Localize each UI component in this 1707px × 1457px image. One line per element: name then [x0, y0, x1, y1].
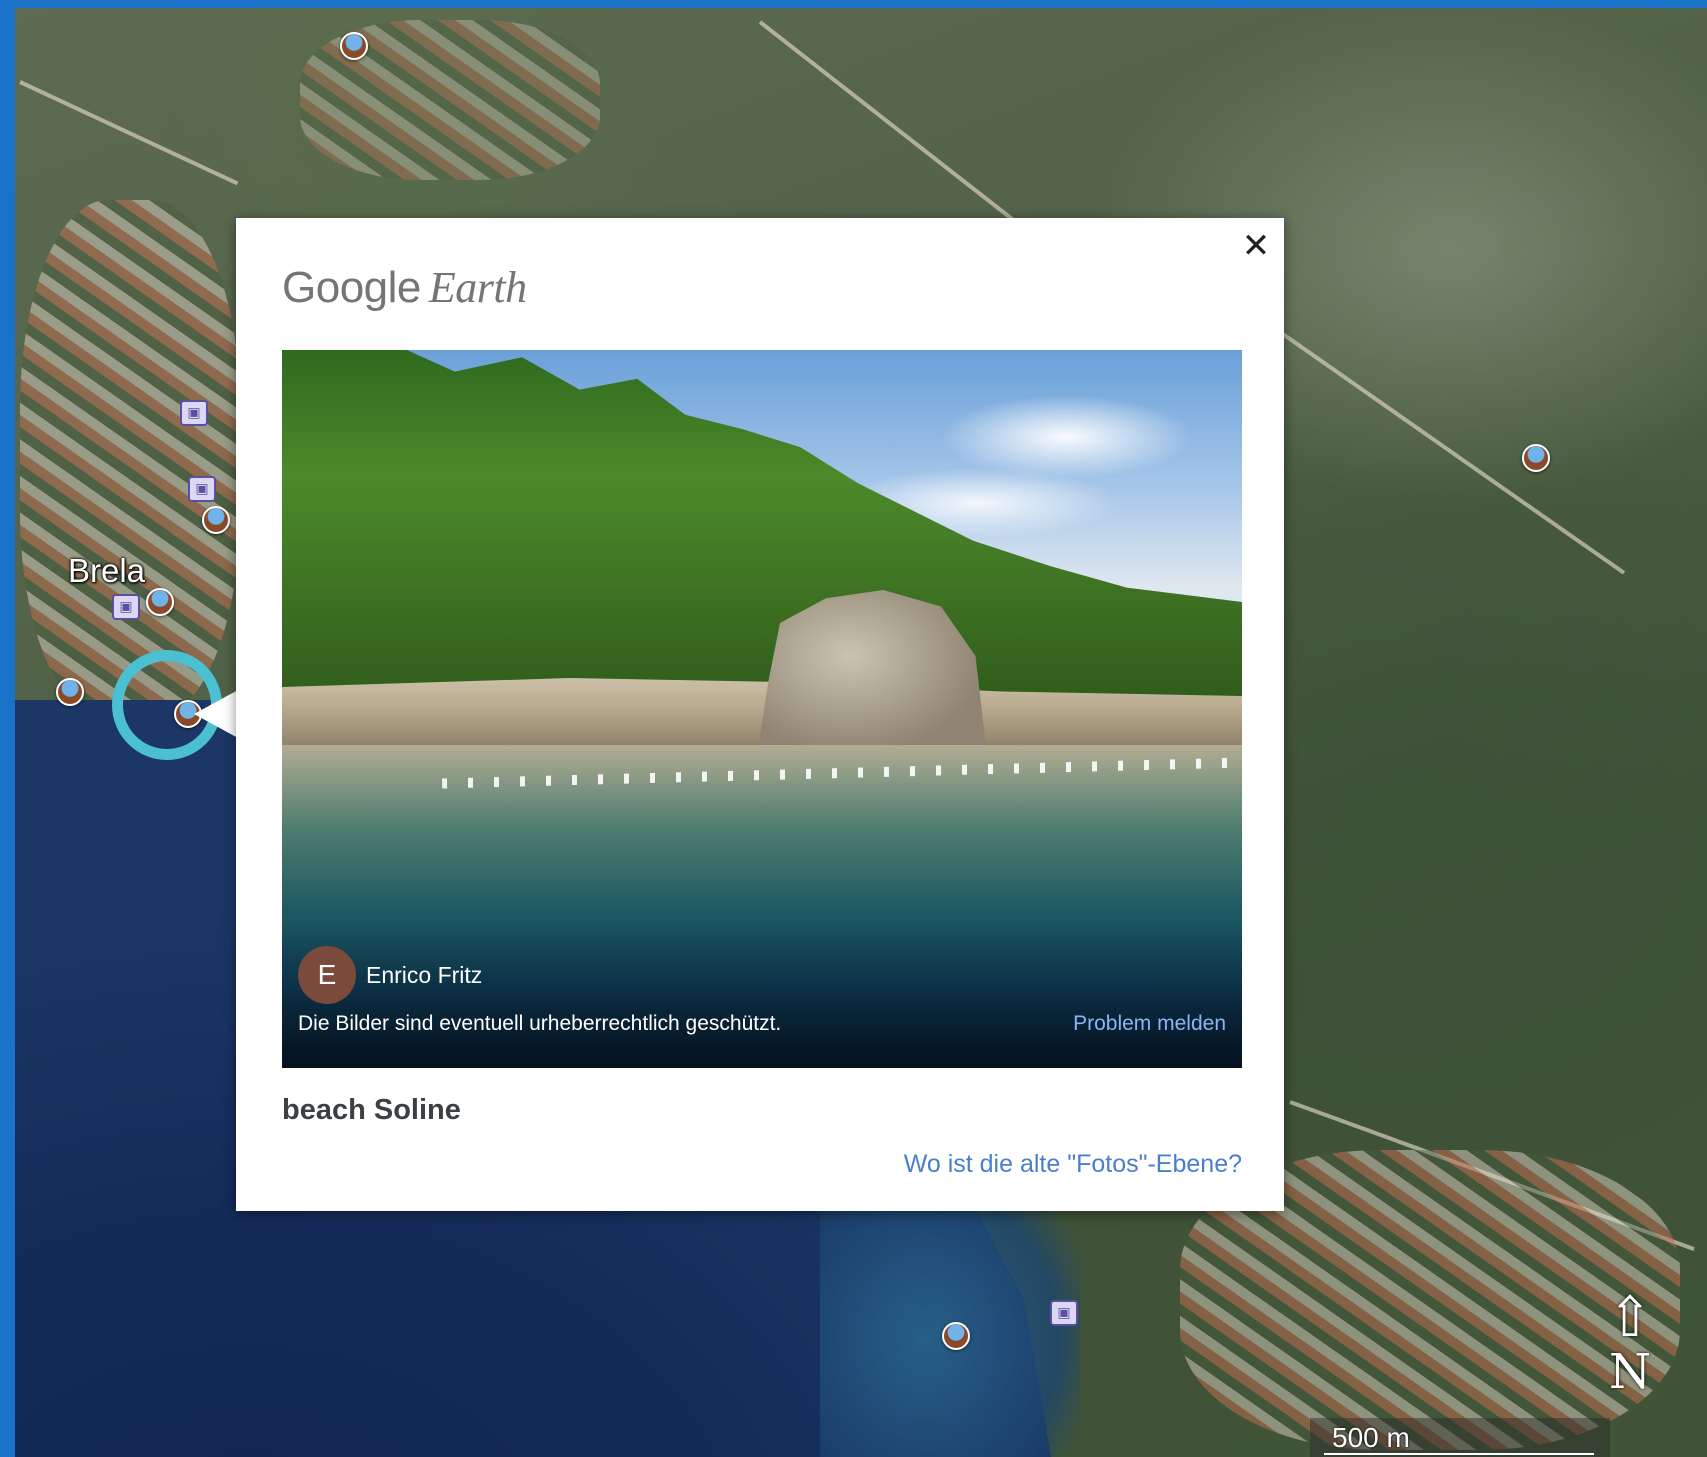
- photo-marker-icon[interactable]: [146, 588, 174, 616]
- window-left-edge: [0, 0, 15, 1457]
- map-road: [19, 80, 239, 186]
- hotel-icon[interactable]: ▣: [112, 594, 140, 620]
- compass-letter: N: [1609, 1344, 1651, 1400]
- photo-marker-icon[interactable]: [202, 506, 230, 534]
- photo-marker-icon[interactable]: [56, 678, 84, 706]
- avatar[interactable]: E: [298, 946, 356, 1004]
- old-photos-layer-link[interactable]: Wo ist die alte "Fotos"-Ebene?: [904, 1150, 1242, 1179]
- compass-arrow-icon: ⇧: [1606, 1285, 1654, 1350]
- scale-label: 500 m: [1332, 1422, 1410, 1453]
- photo-marker-icon[interactable]: [1522, 444, 1550, 472]
- logo-product: Earth: [428, 263, 527, 312]
- place-label-brela[interactable]: Brela: [68, 552, 145, 590]
- copyright-notice: Die Bilder sind eventuell urheberrechtli…: [298, 1012, 782, 1035]
- window-top-edge: [0, 0, 1707, 8]
- photo-author[interactable]: E Enrico Fritz: [298, 946, 482, 1004]
- photo-marker-icon[interactable]: [340, 32, 368, 60]
- report-problem-link[interactable]: Problem melden: [1073, 1012, 1226, 1036]
- place-title: beach Soline: [282, 1094, 461, 1126]
- hotel-icon[interactable]: ▣: [188, 476, 216, 502]
- photo-info-popup: ✕ Google Earth E Enrico Fritz Die Bilder …: [236, 218, 1284, 1211]
- compass-north-icon[interactable]: ⇧ N: [1600, 1290, 1660, 1410]
- location-photo[interactable]: E Enrico Fritz Die Bilder sind eventuell…: [282, 350, 1242, 1068]
- hotel-icon[interactable]: ▣: [180, 400, 208, 426]
- author-name[interactable]: Enrico Fritz: [366, 962, 482, 989]
- map-road: [1278, 330, 1626, 575]
- scale-bar: [1324, 1453, 1594, 1455]
- photo-marker-icon[interactable]: [942, 1322, 970, 1350]
- logo-brand: Google: [282, 263, 421, 312]
- google-earth-logo: Google Earth: [282, 262, 527, 313]
- popup-pointer: [194, 690, 238, 738]
- scale-indicator: 500 m: [1310, 1418, 1610, 1457]
- hotel-icon[interactable]: ▣: [1050, 1300, 1078, 1326]
- village-area: [20, 200, 240, 720]
- close-icon[interactable]: ✕: [1236, 226, 1276, 266]
